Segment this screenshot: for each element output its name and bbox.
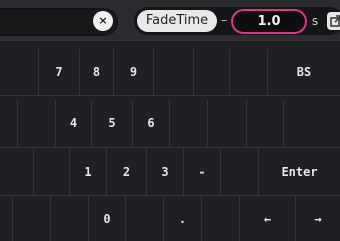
key-8[interactable]: 8 [79,49,113,95]
row-divider [0,40,340,41]
key-blank[interactable] [229,49,267,95]
row-divider [0,95,340,96]
key-minus[interactable]: - [183,149,220,195]
key-blank[interactable] [246,100,283,146]
key-left-arrow[interactable]: ← [239,196,295,241]
key-3[interactable]: 3 [146,149,183,195]
key-0[interactable]: 0 [88,196,125,241]
fade-time-value-field[interactable]: 1.0 [231,9,307,34]
key-blank[interactable] [220,149,258,195]
key-blank[interactable] [125,196,163,241]
keypad-row: 4 5 6 [0,100,340,146]
key-decimal[interactable]: . [163,196,201,241]
key-2[interactable]: 2 [106,149,146,195]
key-blank[interactable] [169,100,207,146]
key-blank[interactable] [33,149,69,195]
key-1[interactable]: 1 [69,149,106,195]
key-blank[interactable] [50,196,88,241]
key-blank[interactable] [201,196,239,241]
key-blank[interactable] [0,49,38,95]
unit-label: s [311,14,319,28]
key-blank[interactable] [153,49,193,95]
keypad-row: 7 8 9 BS [0,49,340,95]
separator-dash: – [220,13,228,28]
key-5[interactable]: 5 [91,100,132,146]
key-9[interactable]: 9 [113,49,153,95]
external-link-icon[interactable] [327,12,340,30]
key-enter[interactable]: Enter [258,149,340,195]
keypad-row: 0 . ← → [0,196,340,241]
key-blank[interactable] [12,196,50,241]
key-blank[interactable] [283,100,340,146]
clear-icon[interactable]: × [93,11,113,31]
key-backspace[interactable]: BS [267,49,340,95]
key-blank[interactable] [17,100,55,146]
key-blank[interactable] [193,49,229,95]
row-divider [0,147,340,148]
key-4[interactable]: 4 [55,100,91,146]
key-7[interactable]: 7 [38,49,79,95]
app-window: × FadeTime – 1.0 s 7 8 9 BS 4 5 6 1 2 3 … [0,0,340,241]
key-right-arrow[interactable]: → [295,196,340,241]
top-toolbar: × FadeTime – 1.0 s [0,0,340,40]
keypad-row: 1 2 3 - Enter [0,149,340,195]
key-6[interactable]: 6 [132,100,169,146]
key-blank[interactable] [207,100,246,146]
fade-time-label[interactable]: FadeTime [137,10,217,32]
